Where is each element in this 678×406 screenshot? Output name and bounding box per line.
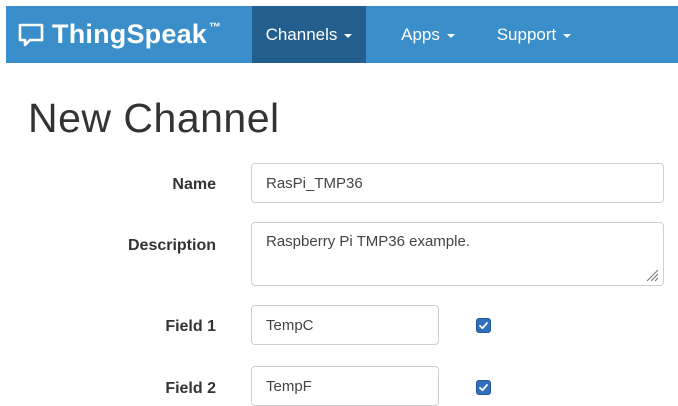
chat-bubble-icon: [16, 20, 46, 50]
description-label: Description: [127, 237, 216, 254]
field-2-input[interactable]: [251, 366, 439, 406]
checkmark-icon: [479, 322, 488, 330]
nav-support[interactable]: Support: [476, 6, 592, 63]
checkmark-icon: [479, 384, 488, 392]
nav-apps-label: Apps: [401, 24, 440, 44]
nav-support-label: Support: [496, 24, 557, 44]
caret-down-icon: [563, 33, 572, 38]
field-1-label: Field 1: [165, 318, 216, 335]
resize-grip-icon[interactable]: [645, 268, 659, 282]
nav-channels[interactable]: Channels: [252, 6, 366, 63]
name-label: Name: [172, 176, 216, 193]
field-2-checkbox[interactable]: [476, 380, 491, 395]
nav-channels-label: Channels: [265, 24, 338, 44]
field-1-checkbox[interactable]: [476, 318, 491, 333]
field-2-label: Field 2: [165, 380, 216, 397]
name-input[interactable]: [251, 163, 664, 203]
page-title: New Channel: [28, 95, 280, 141]
caret-down-icon: [446, 33, 455, 38]
brand-trademark: ™: [209, 20, 222, 34]
field-1-input[interactable]: [251, 305, 439, 345]
nav-apps[interactable]: Apps: [386, 6, 470, 63]
description-textarea[interactable]: Raspberry Pi TMP36 example.: [251, 222, 664, 286]
brand-logo[interactable]: ThingSpeak ™: [16, 6, 221, 63]
brand-name: ThingSpeak: [52, 19, 208, 49]
top-navbar: ThingSpeak ™ Channels Apps Support: [6, 6, 678, 63]
caret-down-icon: [344, 33, 353, 38]
